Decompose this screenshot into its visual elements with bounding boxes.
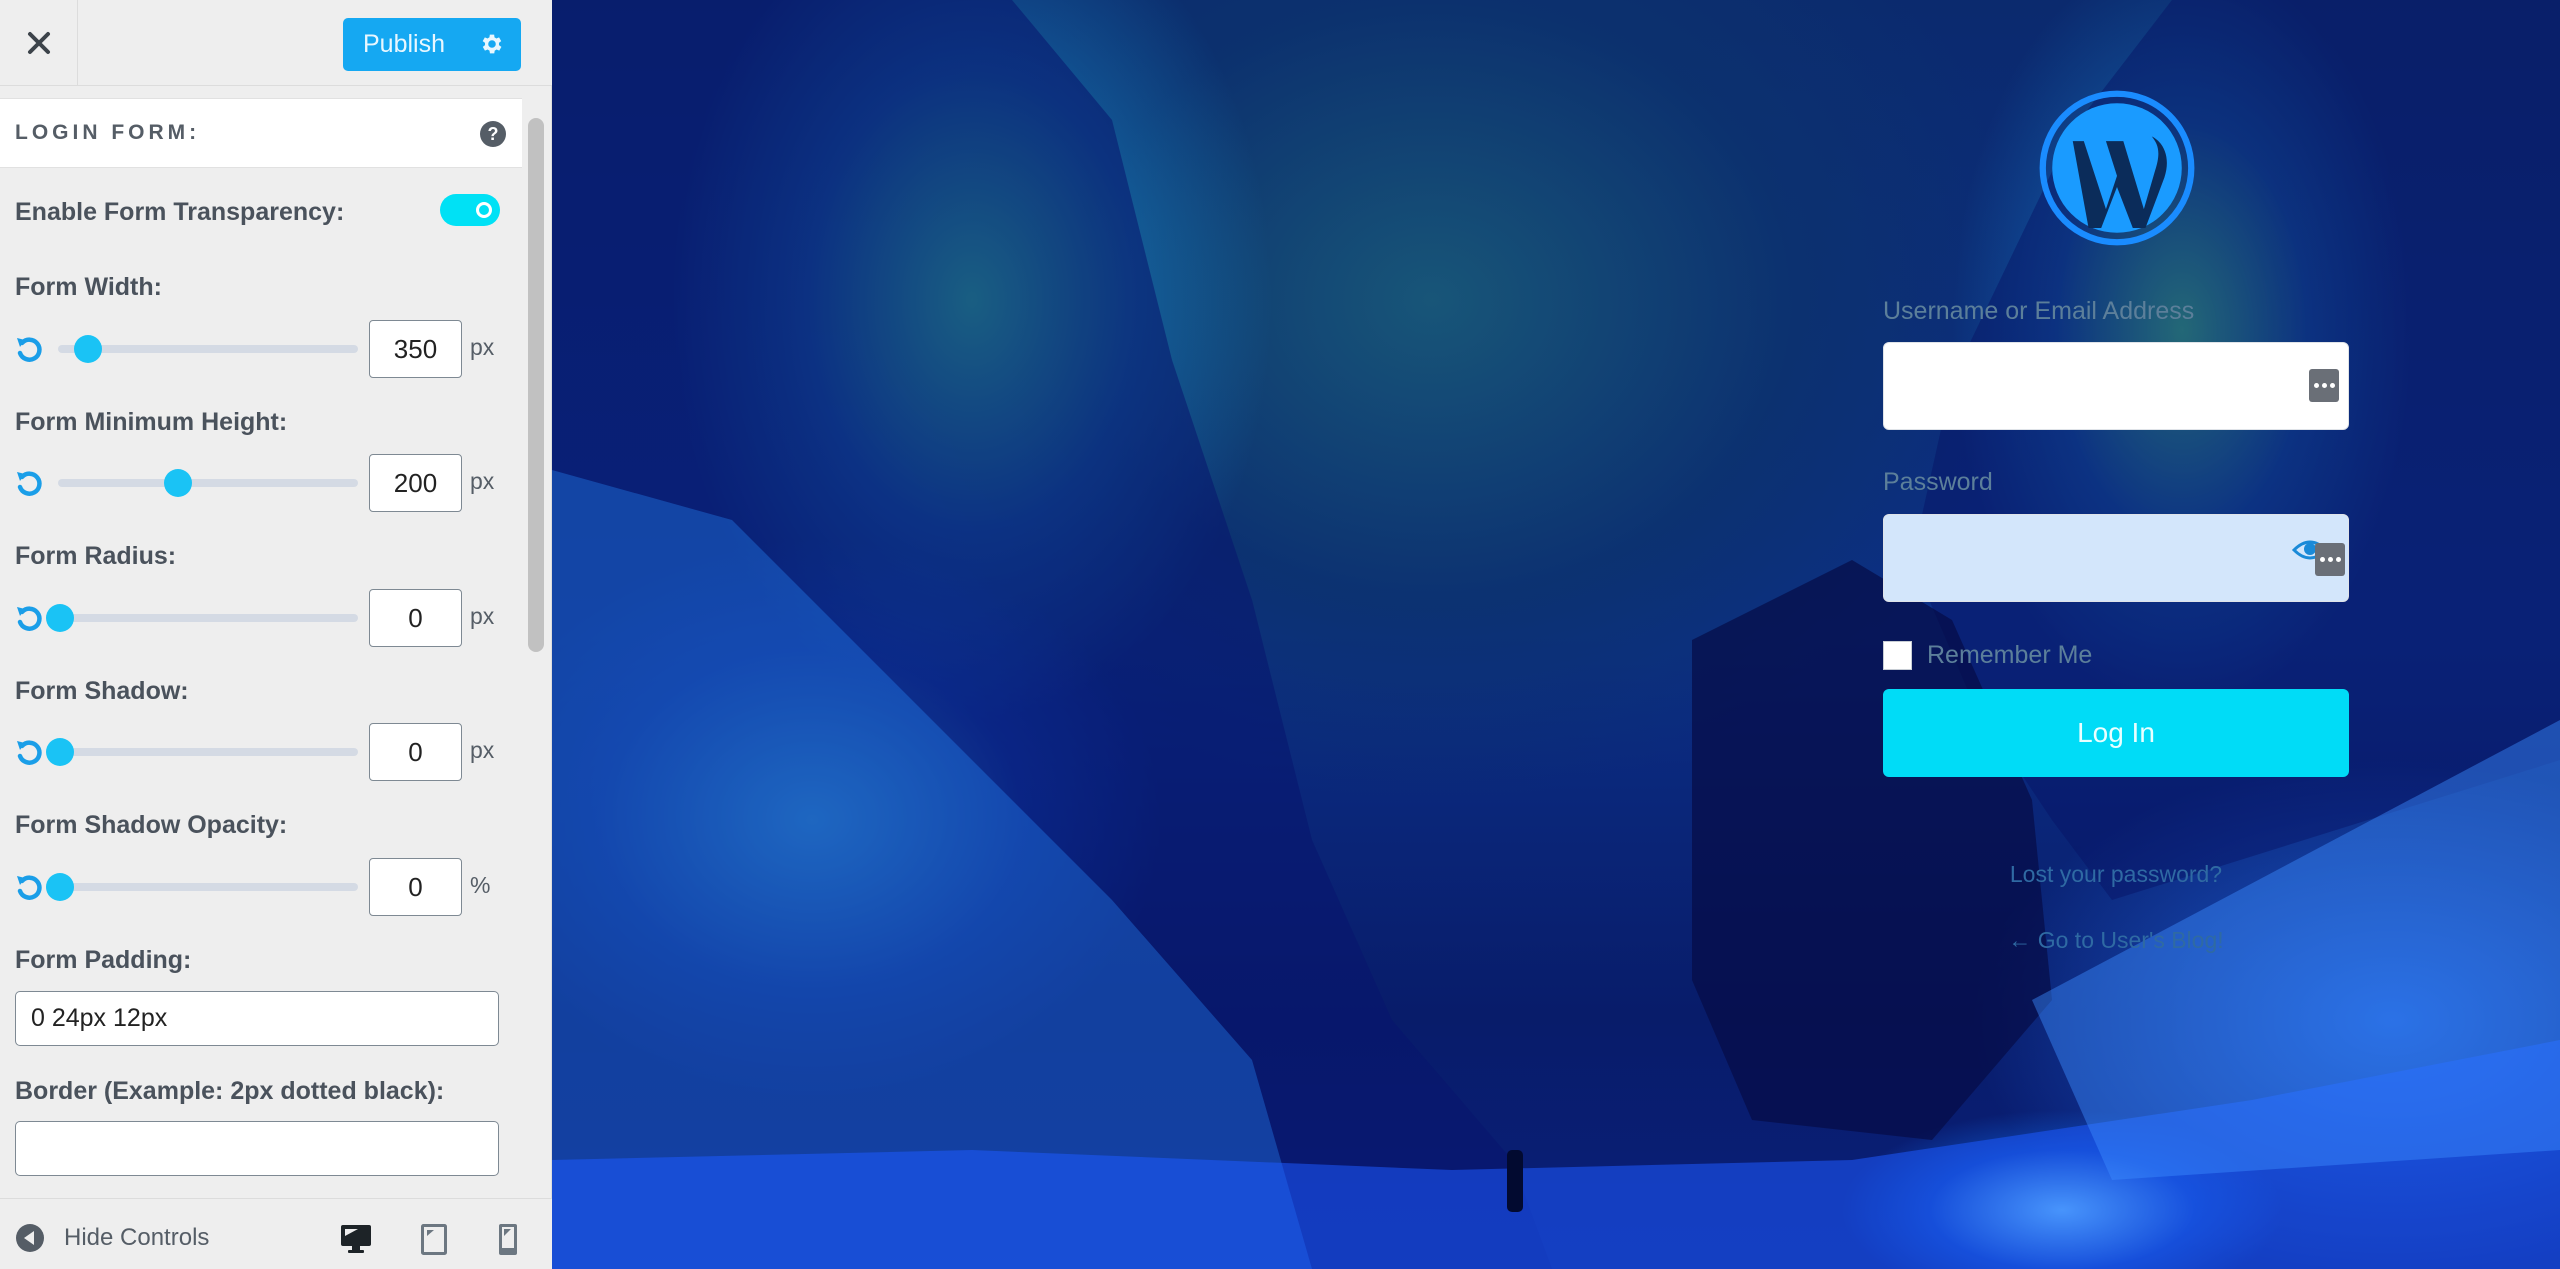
reset-icon[interactable] (14, 603, 44, 633)
form-width-input[interactable] (369, 320, 462, 378)
login-preview: Username or Email Address Password Remem… (552, 0, 2560, 1269)
back-to-blog-link[interactable]: ← Go to User's Blog! (1883, 927, 2349, 954)
slider-thumb[interactable] (46, 738, 74, 766)
form-shadow-opacity-input[interactable] (369, 858, 462, 916)
slider-thumb[interactable] (46, 604, 74, 632)
remember-me-label: Remember Me (1927, 641, 2093, 669)
unit-label: % (470, 872, 491, 898)
username-input[interactable] (1883, 342, 2349, 430)
slider-thumb[interactable] (74, 335, 102, 363)
form-width-slider[interactable] (58, 335, 358, 363)
form-radius-slider[interactable] (46, 604, 358, 632)
remember-me-checkbox[interactable] (1883, 641, 1912, 670)
desktop-preview-icon[interactable] (340, 1224, 372, 1254)
reset-icon[interactable] (14, 468, 44, 498)
form-padding-input[interactable] (15, 991, 499, 1046)
form-shadow-control: px (0, 721, 522, 781)
log-in-button[interactable]: Log In (1883, 689, 2349, 777)
form-min-height-label: Form Minimum Height: (15, 408, 288, 436)
form-radius-label: Form Radius: (15, 542, 177, 570)
hide-controls-button[interactable]: Hide Controls (16, 1224, 209, 1252)
section-title-text: LOGIN FORM: (15, 121, 201, 144)
section-title: LOGIN FORM: ? (0, 98, 522, 168)
publish-button[interactable]: Publish (343, 18, 521, 71)
close-customizer-button[interactable] (0, 0, 78, 86)
form-shadow-opacity-label: Form Shadow Opacity: (15, 811, 288, 839)
reset-icon[interactable] (14, 872, 44, 902)
reset-icon[interactable] (14, 737, 44, 767)
reset-icon[interactable] (14, 334, 44, 364)
mobile-preview-icon[interactable] (499, 1224, 519, 1255)
password-manager-icon[interactable] (2309, 369, 2339, 402)
panel-scrollbar[interactable] (528, 118, 544, 652)
background-landscape-image (552, 0, 2560, 1269)
transparency-toggle[interactable] (440, 194, 500, 226)
wordpress-logo[interactable] (2038, 89, 2196, 247)
form-width-control: px (0, 318, 522, 378)
password-label: Password (1883, 468, 1993, 496)
form-shadow-opacity-slider[interactable] (46, 873, 358, 901)
form-min-height-slider[interactable] (58, 469, 358, 497)
form-min-height-control: px (0, 452, 522, 512)
panel-footer: Hide Controls (0, 1198, 552, 1269)
toggle-knob (476, 202, 492, 218)
close-icon (27, 32, 50, 54)
form-min-height-input[interactable] (369, 454, 462, 512)
border-input[interactable] (15, 1121, 499, 1176)
form-shadow-opacity-control: % (0, 856, 522, 916)
person-silhouette (1507, 1150, 1523, 1212)
form-shadow-slider[interactable] (46, 738, 358, 766)
customizer-panel: Publish LOGIN FORM: ? Enable Form Transp… (0, 0, 552, 1269)
slider-thumb[interactable] (46, 873, 74, 901)
panel-header: Publish (0, 0, 552, 86)
form-shadow-input[interactable] (369, 723, 462, 781)
form-radius-input[interactable] (369, 589, 462, 647)
password-input[interactable] (1883, 514, 2349, 602)
unit-label: px (470, 603, 495, 629)
publish-label: Publish (363, 30, 445, 58)
form-width-label: Form Width: (15, 273, 162, 301)
lost-password-link[interactable]: Lost your password? (1883, 861, 2349, 888)
transparency-label: Enable Form Transparency: (15, 198, 345, 226)
tablet-preview-icon[interactable] (421, 1224, 447, 1255)
border-label: Border (Example: 2px dotted black): (15, 1077, 445, 1105)
question-mark-icon[interactable]: ? (480, 121, 506, 147)
unit-label: px (470, 334, 495, 360)
collapse-arrow-icon (16, 1224, 44, 1252)
hide-controls-label: Hide Controls (64, 1224, 210, 1251)
gear-icon[interactable] (479, 31, 505, 57)
password-manager-icon[interactable] (2315, 543, 2345, 576)
form-shadow-label: Form Shadow: (15, 677, 189, 705)
username-label: Username or Email Address (1883, 297, 2195, 325)
unit-label: px (470, 468, 495, 494)
slider-thumb[interactable] (164, 469, 192, 497)
form-padding-label: Form Padding: (15, 946, 192, 974)
unit-label: px (470, 737, 495, 763)
form-radius-control: px (0, 587, 522, 647)
